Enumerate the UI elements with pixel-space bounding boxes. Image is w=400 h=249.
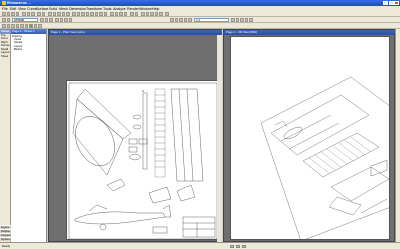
undo-icon[interactable]	[37, 12, 41, 16]
snap-icon[interactable]	[114, 12, 119, 16]
rotate-icon[interactable]	[179, 18, 183, 22]
viewport-right-titlebar: Page 1 - 3D View [ISO]	[224, 30, 395, 35]
point-icon[interactable]	[76, 12, 81, 16]
linetype-icon[interactable]	[44, 18, 49, 22]
color-icon[interactable]	[40, 18, 44, 22]
shade-icon[interactable]	[145, 12, 150, 16]
planar-icon[interactable]	[123, 12, 128, 16]
rotate-view-icon[interactable]	[52, 12, 57, 16]
redo-icon[interactable]	[41, 12, 46, 16]
select-icon[interactable]	[72, 12, 76, 16]
layer-icon[interactable]	[130, 12, 134, 16]
copy-object-icon[interactable]	[174, 18, 179, 22]
arc-icon[interactable]	[94, 12, 99, 16]
maximize-button[interactable]	[388, 1, 394, 5]
zoom-window-icon[interactable]	[61, 12, 66, 16]
status-text: Ready	[2, 243, 11, 248]
app-icon	[1, 1, 6, 5]
zoom-combo[interactable]: 1:1	[194, 17, 229, 22]
status-bar: Ready	[0, 242, 400, 249]
offset-icon[interactable]	[244, 18, 249, 22]
minimize-button[interactable]	[383, 1, 388, 5]
join-icon[interactable]	[249, 18, 253, 22]
tree-item-blocks[interactable]: Blocks	[12, 48, 45, 51]
block-icon[interactable]	[68, 18, 73, 22]
sheet-export-icon[interactable]	[15, 24, 20, 28]
sheet-view-icon[interactable]	[33, 24, 38, 28]
properties-icon[interactable]	[134, 12, 139, 16]
wireframe-icon[interactable]	[150, 12, 154, 16]
ghost-icon[interactable]	[154, 12, 159, 16]
views-panel: Views Top Front Right Perspective Detail…	[0, 29, 11, 249]
move-icon[interactable]	[170, 18, 174, 22]
render-icon[interactable]	[141, 12, 145, 16]
layer-manager-icon[interactable]	[6, 18, 11, 22]
viewport-left-title: Page 1 - Plan View (wire)	[51, 30, 85, 34]
accent-icon[interactable]	[29, 24, 33, 28]
right-scroll-panel[interactable]	[395, 29, 400, 242]
viewport-right[interactable]: Page 1 - 3D View [ISO]	[223, 29, 395, 242]
grid-icon[interactable]	[110, 12, 114, 16]
trim-icon[interactable]	[231, 18, 235, 22]
plan-view-drawing	[68, 82, 217, 239]
grid-toggle-icon[interactable]	[242, 244, 246, 248]
rectangle-icon[interactable]	[99, 12, 103, 16]
pan-icon[interactable]	[48, 12, 52, 16]
circle-icon[interactable]	[90, 12, 94, 16]
app-title: Rhinoceros ...	[7, 0, 31, 5]
close-button[interactable]	[394, 1, 399, 5]
drawing-sheet-3d[interactable]	[230, 36, 390, 240]
drawing-sheet-plan[interactable]	[66, 80, 218, 240]
help-icon[interactable]	[165, 12, 169, 16]
save-icon[interactable]	[11, 12, 15, 16]
sheet-open-icon[interactable]	[6, 24, 11, 28]
sheet-new-icon[interactable]	[2, 24, 6, 28]
text-icon[interactable]	[55, 18, 59, 22]
sheet-layout-icon[interactable]	[20, 24, 24, 28]
curve-icon[interactable]	[103, 12, 108, 16]
iso-view-drawing	[260, 76, 389, 239]
zoom-icon[interactable]	[57, 12, 61, 16]
mirror-icon[interactable]	[188, 18, 192, 22]
cut-icon[interactable]	[22, 12, 26, 16]
line-icon[interactable]	[81, 12, 85, 16]
fillet-icon[interactable]	[240, 18, 244, 22]
ortho-icon[interactable]	[119, 12, 123, 16]
grip-icon[interactable]	[2, 18, 6, 22]
panel-tab-options[interactable]: Options	[0, 237, 11, 241]
xray-icon[interactable]	[159, 12, 163, 16]
sheet-add-icon[interactable]	[24, 24, 29, 28]
layer-combo[interactable]: Default	[12, 17, 38, 22]
viewport-left-titlebar: Page 1 - Plan View (wire)	[49, 30, 222, 35]
new-icon[interactable]	[2, 12, 6, 16]
scale-icon[interactable]	[183, 18, 188, 22]
paste-icon[interactable]	[31, 12, 35, 16]
viewport-left-scrollbar[interactable]	[217, 35, 222, 242]
copy-icon[interactable]	[26, 12, 31, 16]
snap-toggle-icon[interactable]	[230, 244, 234, 248]
zoom-extents-icon[interactable]	[66, 12, 70, 16]
lineweight-icon[interactable]	[49, 18, 53, 22]
view-item-sheet[interactable]: Sheet	[0, 55, 10, 59]
viewport-left[interactable]: Page 1 - Plan View (wire)	[48, 29, 222, 242]
print-icon[interactable]	[15, 12, 20, 16]
extend-icon[interactable]	[235, 18, 240, 22]
dimension-icon[interactable]	[59, 18, 64, 22]
sheet-detail-icon[interactable]	[38, 24, 42, 28]
navigator-panel: Page 1 - Sheet 1 Drawing Views Sheets La…	[11, 29, 47, 242]
polyline-icon[interactable]	[85, 12, 90, 16]
open-icon[interactable]	[6, 12, 11, 16]
hatch-icon[interactable]	[64, 18, 68, 22]
ortho-toggle-icon[interactable]	[236, 244, 240, 248]
sheet-print-icon[interactable]	[11, 24, 15, 28]
viewport-right-title: Page 1 - 3D View [ISO]	[226, 30, 257, 34]
